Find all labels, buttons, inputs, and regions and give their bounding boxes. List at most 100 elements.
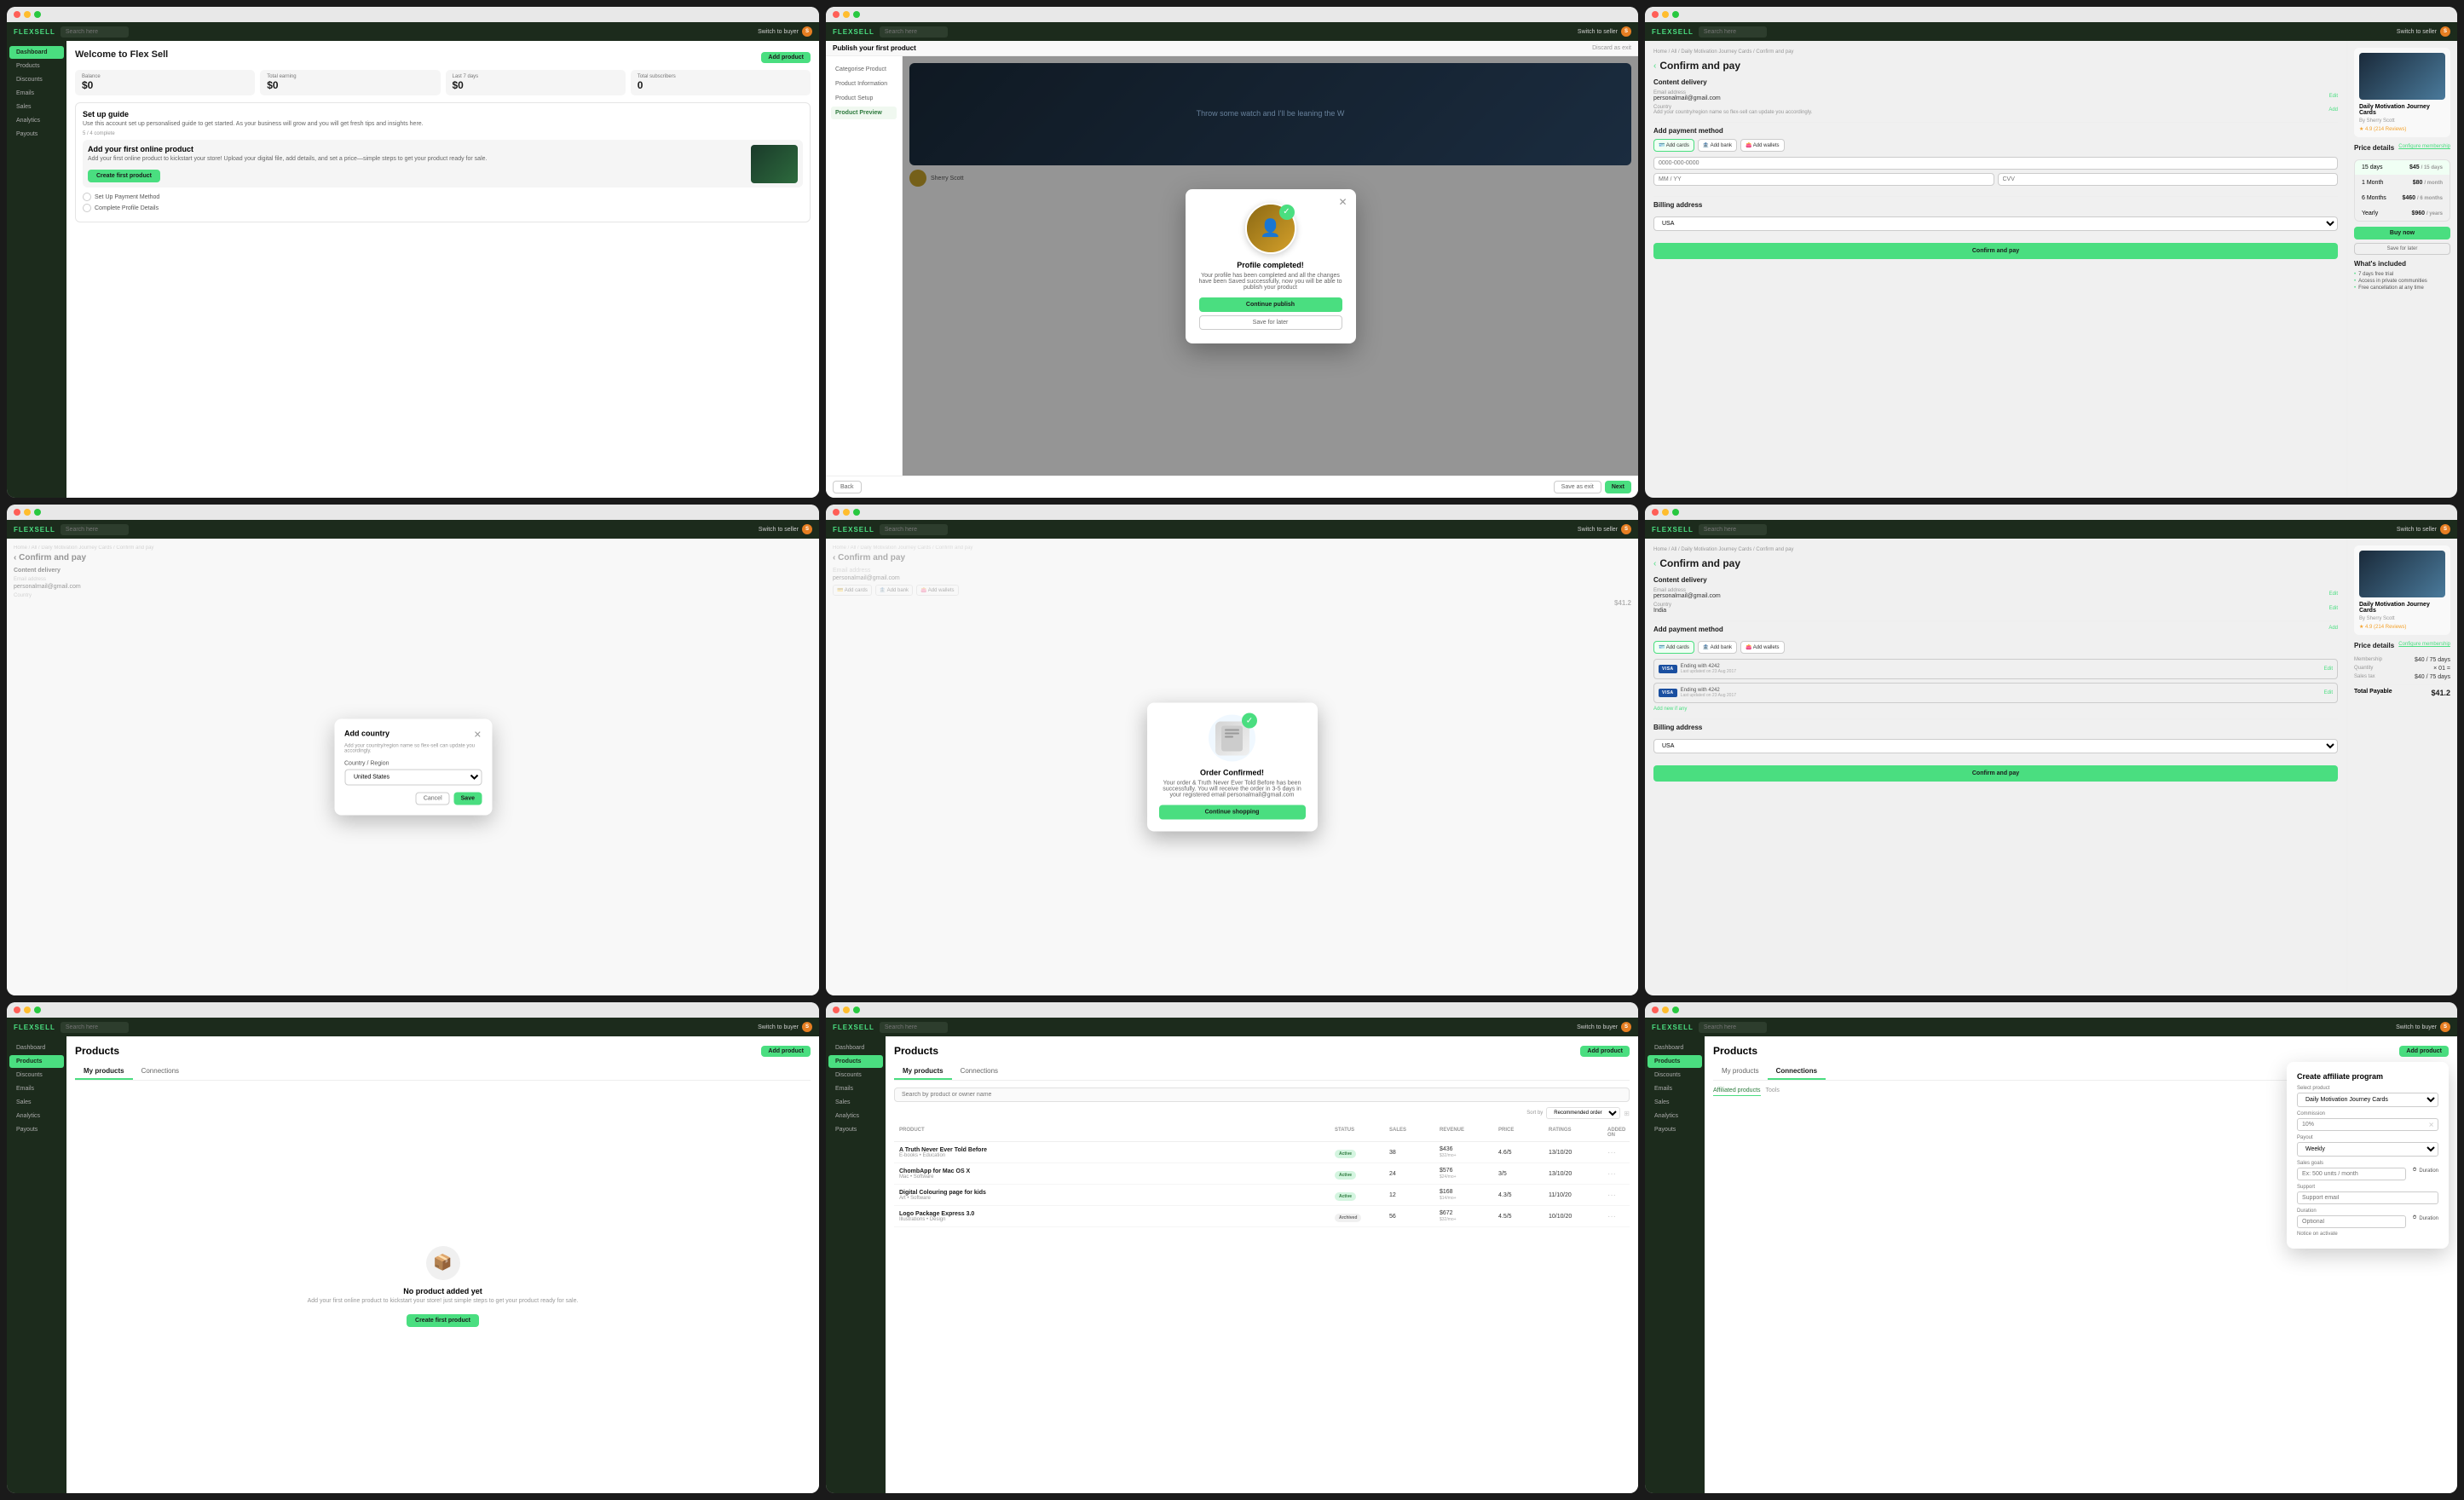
minimize-dot-3[interactable] [1662, 11, 1669, 18]
close-dot-5[interactable] [833, 509, 840, 516]
sidebar-products-8[interactable]: Products [828, 1055, 883, 1068]
maximize-dot-2[interactable] [853, 11, 860, 18]
sidebar-sales-7[interactable]: Sales [9, 1096, 64, 1109]
table-row-4[interactable]: Logo Package Express 3.0 Illustrations •… [894, 1206, 1630, 1227]
row-menu-3[interactable]: ··· [1607, 1191, 1624, 1200]
add-wallets-btn-6[interactable]: 👛 Add wallets [1740, 641, 1785, 654]
edit-country-6[interactable]: Edit [2329, 606, 2338, 611]
minimize-dot-8[interactable] [843, 1007, 850, 1013]
publish-nav-info[interactable]: Product Information [831, 78, 897, 90]
close-dot-2[interactable] [833, 11, 840, 18]
sidebar-emails-8[interactable]: Emails [828, 1082, 883, 1095]
maximize-dot-7[interactable] [34, 1007, 41, 1013]
tab-my-products-7[interactable]: My products [75, 1064, 133, 1080]
minimize-dot[interactable] [24, 11, 31, 18]
membership-yearly[interactable]: Yearly $960 / years [2355, 206, 2450, 221]
cancel-button-4[interactable]: Cancel [416, 793, 450, 805]
minimize-dot-5[interactable] [843, 509, 850, 516]
minimize-dot-9[interactable] [1662, 1007, 1669, 1013]
create-first-btn-7[interactable]: Create first product [407, 1314, 479, 1327]
sidebar-analytics-9[interactable]: Analytics [1647, 1110, 1702, 1122]
continue-shopping-button[interactable]: Continue shopping [1159, 805, 1306, 820]
sidebar-dashboard-8[interactable]: Dashboard [828, 1041, 883, 1054]
switch-label-9[interactable]: Switch to buyer [2396, 1024, 2437, 1030]
sub-tab-tools[interactable]: Tools [1766, 1088, 1780, 1096]
close-dot-4[interactable] [14, 509, 20, 516]
publish-nav-setup[interactable]: Product Setup [831, 92, 897, 105]
buy-now-button[interactable]: Buy now [2354, 227, 2450, 239]
add-country-link[interactable]: Add [2328, 107, 2338, 112]
sidebar-discounts-9[interactable]: Discounts [1647, 1069, 1702, 1082]
row-menu-2[interactable]: ··· [1607, 1169, 1624, 1179]
row-menu-1[interactable]: ··· [1607, 1148, 1624, 1157]
back-button[interactable]: Back [833, 481, 862, 493]
configure-link[interactable]: Configure membership [2398, 144, 2450, 156]
duration-input[interactable] [2297, 1215, 2406, 1228]
configure-link-6[interactable]: Configure membership [2398, 642, 2450, 654]
close-dot-7[interactable] [14, 1007, 20, 1013]
cvv-input[interactable] [1998, 173, 2339, 186]
edit-card-2[interactable]: Edit [2324, 690, 2333, 695]
country-region-select[interactable]: United States India United Kingdom [344, 770, 482, 786]
sidebar-products-9[interactable]: Products [1647, 1055, 1702, 1068]
back-arrow-icon-6[interactable]: ‹ [1653, 559, 1656, 568]
sidebar-discounts-7[interactable]: Discounts [9, 1069, 64, 1082]
edit-email-link[interactable]: Edit [2329, 94, 2338, 99]
add-payment-6[interactable]: Add [2328, 626, 2338, 638]
search-input[interactable] [61, 26, 129, 38]
minimize-dot-2[interactable] [843, 11, 850, 18]
commission-clear-icon[interactable]: ✕ [2428, 1121, 2434, 1128]
confirm-pay-button-6[interactable]: Confirm and pay [1653, 765, 2338, 782]
save-for-later-btn-2[interactable]: Save for later [2354, 243, 2450, 255]
sidebar-sales-8[interactable]: Sales [828, 1096, 883, 1109]
payout-select[interactable]: Weekly Monthly [2297, 1142, 2438, 1157]
mm-yy-input[interactable] [1653, 173, 1994, 186]
maximize-dot-4[interactable] [34, 509, 41, 516]
add-product-btn-8[interactable]: Add product [1580, 1046, 1630, 1057]
table-row-3[interactable]: Digital Colouring page for kids Art • So… [894, 1185, 1630, 1206]
search-input-9[interactable] [1699, 1022, 1767, 1033]
filter-icon[interactable]: ⊞ [1624, 1110, 1630, 1117]
tab-connections-8[interactable]: Connections [952, 1064, 1007, 1080]
maximize-dot[interactable] [34, 11, 41, 18]
sidebar-emails-7[interactable]: Emails [9, 1082, 64, 1095]
publish-nav-categorise[interactable]: Categorise Product [831, 63, 897, 76]
card-number-input[interactable] [1653, 157, 2338, 170]
search-input-4[interactable] [61, 524, 129, 535]
add-product-button[interactable]: Add product [761, 52, 811, 63]
search-input-2[interactable] [880, 26, 948, 38]
close-dot-6[interactable] [1652, 509, 1659, 516]
tab-connections-9[interactable]: Connections [1768, 1064, 1826, 1080]
row-menu-4[interactable]: ··· [1607, 1212, 1624, 1221]
sidebar-analytics-8[interactable]: Analytics [828, 1110, 883, 1122]
search-input-5[interactable] [880, 524, 948, 535]
minimize-dot-4[interactable] [24, 509, 31, 516]
confirm-pay-button[interactable]: Confirm and pay [1653, 243, 2338, 259]
sidebar-payouts-9[interactable]: Payouts [1647, 1123, 1702, 1136]
close-dot-9[interactable] [1652, 1007, 1659, 1013]
table-row-1[interactable]: A Truth Never Ever Told Before E-books •… [894, 1142, 1630, 1163]
save-for-later-button[interactable]: Save for later [1199, 315, 1342, 330]
close-dot-8[interactable] [833, 1007, 840, 1013]
save-button-4[interactable]: Save [454, 793, 482, 805]
edit-card-1[interactable]: Edit [2324, 666, 2333, 672]
discard-exit-link[interactable]: Discard as exit [1592, 45, 1631, 51]
add-cards-btn-6[interactable]: 🪪 Add cards [1653, 641, 1694, 654]
search-input-3[interactable] [1699, 26, 1767, 38]
maximize-dot-8[interactable] [853, 1007, 860, 1013]
add-product-btn-7[interactable]: Add product [761, 1046, 811, 1057]
commission-input[interactable] [2297, 1118, 2438, 1131]
sidebar-payouts-7[interactable]: Payouts [9, 1123, 64, 1136]
tab-connections-7[interactable]: Connections [133, 1064, 188, 1080]
switch-label-7[interactable]: Switch to buyer [758, 1024, 799, 1030]
sidebar-payouts-8[interactable]: Payouts [828, 1123, 883, 1136]
next-button[interactable]: Next [1605, 481, 1631, 493]
billing-country-select[interactable]: USA [1653, 216, 2338, 231]
tab-my-products-8[interactable]: My products [894, 1064, 952, 1080]
sidebar-item-discounts[interactable]: Discounts [9, 73, 64, 86]
sidebar-emails-9[interactable]: Emails [1647, 1082, 1702, 1095]
sidebar-item-analytics[interactable]: Analytics [9, 114, 64, 127]
save-as-exit-button[interactable]: Save as exit [1554, 481, 1601, 493]
membership-15days[interactable]: 15 days $45 / 15 days [2355, 160, 2450, 176]
sidebar-item-emails[interactable]: Emails [9, 87, 64, 100]
